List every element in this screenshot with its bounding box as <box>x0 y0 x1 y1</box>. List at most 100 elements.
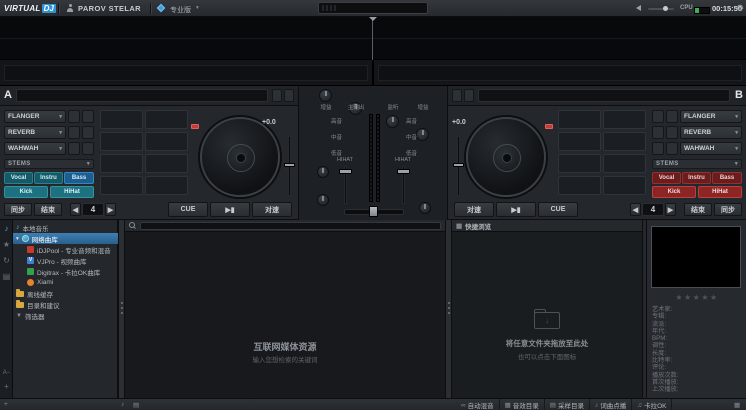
deck-a-fx-1-select[interactable]: FLANGER ▾ <box>4 110 66 123</box>
deck-a-stem-kick[interactable]: Kick <box>4 186 48 198</box>
deck-a-pad-2[interactable] <box>145 110 188 129</box>
favorites-star-icon[interactable]: ★ <box>0 240 13 249</box>
sidebar-item-local-music[interactable]: ♪ 本地音乐 <box>13 222 118 233</box>
deck-b-fx-3-button[interactable] <box>666 142 678 155</box>
search-input[interactable] <box>140 222 441 230</box>
deck-b-pad-1[interactable] <box>558 110 601 129</box>
speaker-icon[interactable] <box>636 5 641 11</box>
deck-a-fx-1-button[interactable] <box>68 110 80 123</box>
music-library-icon[interactable]: ♪ <box>0 224 13 233</box>
playlist-icon[interactable]: ♪ <box>121 401 124 408</box>
deck-b-play-button[interactable]: ▶▮ <box>496 202 536 217</box>
rating-stars[interactable]: ★★★★★ <box>647 293 746 302</box>
deck-b-fx-3-select[interactable]: WAHWAH ▾ <box>680 142 742 155</box>
channel-b-fader-handle[interactable] <box>397 169 410 174</box>
deck-b-fx-1-button[interactable] <box>652 110 664 123</box>
deck-a-match-button[interactable]: 对速 <box>252 202 292 217</box>
crossfader-handle[interactable] <box>369 206 378 217</box>
deck-a-pad-1[interactable] <box>100 110 143 129</box>
eq-a-mid-knob[interactable] <box>317 194 329 206</box>
deck-a-stem-bass[interactable]: Bass <box>64 172 94 184</box>
deck-b-stem-vocal[interactable]: Vocal <box>652 172 681 184</box>
deck-b-cue-button[interactable]: CUE <box>538 202 578 217</box>
eq-a-high-knob[interactable] <box>317 166 329 178</box>
deck-b-stems-header[interactable]: STEMS ▾ <box>652 159 742 169</box>
settings-gear-icon[interactable]: ⚙ <box>736 4 744 13</box>
deck-a-pitch-handle[interactable] <box>284 163 295 167</box>
deck-b-match-button[interactable]: 对速 <box>454 202 494 217</box>
rhythm-wave[interactable] <box>0 17 746 60</box>
deck-a-jog-wheel[interactable] <box>200 117 280 197</box>
deck-a-fx-2-button[interactable] <box>68 126 80 139</box>
deck-a-pad-3[interactable] <box>100 132 143 151</box>
deck-b-keylock-indicator[interactable] <box>545 124 553 129</box>
sidebar-item-online-library[interactable]: ▾ 网络曲库 <box>13 233 118 244</box>
channel-a-fader-handle[interactable] <box>339 169 352 174</box>
edition-label[interactable]: 专业版 <box>170 5 191 15</box>
deck-a-fx-3-select[interactable]: WAHWAH ▾ <box>4 142 66 155</box>
view-list-icon[interactable]: ▤ <box>133 401 139 409</box>
deck-b-pad-5[interactable] <box>558 154 601 173</box>
deck-b-loop-double-button[interactable]: ▶ <box>665 203 676 216</box>
deck-a-loop-halve-button[interactable]: ◀ <box>70 203 81 216</box>
add-icon[interactable]: + <box>0 382 13 391</box>
text-size-icon[interactable]: A− <box>0 370 13 376</box>
mixer-gain-b-knob[interactable] <box>416 128 429 141</box>
deck-a-fx-3-button[interactable] <box>68 142 80 155</box>
deck-b-header-button[interactable] <box>452 89 462 102</box>
deck-a-pad-8[interactable] <box>145 176 188 195</box>
requests-panel-button[interactable]: ♪ 词曲点播 <box>590 399 632 410</box>
deck-b-fx-2-button[interactable] <box>652 126 664 139</box>
deck-b-pad-8[interactable] <box>603 176 646 195</box>
effects-folder-button[interactable]: ▦ 音效目录 <box>500 399 545 410</box>
sidebar-item-offline-cache[interactable]: 离线缓存 <box>13 288 118 299</box>
deck-a-pad-7[interactable] <box>100 176 143 195</box>
deck-b-stem-kick[interactable]: Kick <box>652 186 696 198</box>
user-name[interactable]: PAROV STELAR <box>78 4 141 13</box>
deck-a-pad-5[interactable] <box>100 154 143 173</box>
deck-a-stem-hihat[interactable]: HiHat <box>50 186 94 198</box>
deck-b-fx-2-button[interactable] <box>666 126 678 139</box>
eq-b-high-knob[interactable] <box>419 202 431 214</box>
volume-slider-handle[interactable] <box>663 6 668 11</box>
sidebar-item-folders[interactable]: 目录和建议 <box>13 299 118 310</box>
deck-b-jog-wheel[interactable] <box>466 117 546 197</box>
deck-b-stem-bass[interactable]: Bass <box>712 172 742 184</box>
sidebar-item-filters[interactable]: ▼ 筛选器 <box>13 310 118 321</box>
mixer-gain-a-knob[interactable] <box>319 89 332 102</box>
deck-b-fx-1-button[interactable] <box>666 110 678 123</box>
deck-b-loop-value[interactable]: 4 <box>642 203 664 216</box>
deck-b-stem-hihat[interactable]: HiHat <box>698 186 742 198</box>
deck-a-pad-4[interactable] <box>145 132 188 151</box>
chevron-down-icon[interactable]: ▾ <box>196 5 199 11</box>
playlists-icon[interactable]: ▤ <box>0 272 13 281</box>
sidebar-item-digitrax[interactable]: Digitrax - 卡拉OK曲库 <box>13 266 118 277</box>
center-splitter[interactable] <box>445 220 452 398</box>
sampler-folder-button[interactable]: ▤ 采样目录 <box>545 399 590 410</box>
deck-b-pad-6[interactable] <box>603 154 646 173</box>
deck-b-sync-button[interactable]: 同步 <box>714 203 742 216</box>
history-icon[interactable]: ↻ <box>0 256 13 265</box>
mixer-phones-knob[interactable] <box>386 115 399 128</box>
deck-b-pad-7[interactable] <box>558 176 601 195</box>
layout-grid-icon[interactable]: ▦ <box>734 401 740 409</box>
deck-a-fx-2-button[interactable] <box>82 126 94 139</box>
karaoke-panel-button[interactable]: ♫ 卡拉OK <box>632 399 672 410</box>
add-folder-icon[interactable]: + <box>4 401 8 408</box>
deck-a-fx-3-button[interactable] <box>82 142 94 155</box>
deck-a-end-button[interactable]: 结束 <box>34 203 62 216</box>
deck-a-stem-vocal[interactable]: Vocal <box>4 172 33 184</box>
deck-a-fx-1-button[interactable] <box>82 110 94 123</box>
deck-a-overview-wave[interactable] <box>4 65 368 81</box>
master-volume-slider[interactable] <box>648 8 674 10</box>
automix-panel-button[interactable]: ∞ 自动混音 <box>456 399 500 410</box>
deck-b-fx-1-select[interactable]: FLANGER ▾ <box>680 110 742 123</box>
deck-a-keylock-indicator[interactable] <box>191 124 199 129</box>
deck-b-pad-4[interactable] <box>603 132 646 151</box>
deck-b-header-button[interactable] <box>464 89 474 102</box>
deck-a-pad-6[interactable] <box>145 154 188 173</box>
deck-b-fx-3-button[interactable] <box>652 142 664 155</box>
deck-a-stem-instru[interactable]: Instru <box>34 172 63 184</box>
sidebar-splitter[interactable] <box>118 220 125 398</box>
deck-a-loop-value[interactable]: 4 <box>82 203 104 216</box>
